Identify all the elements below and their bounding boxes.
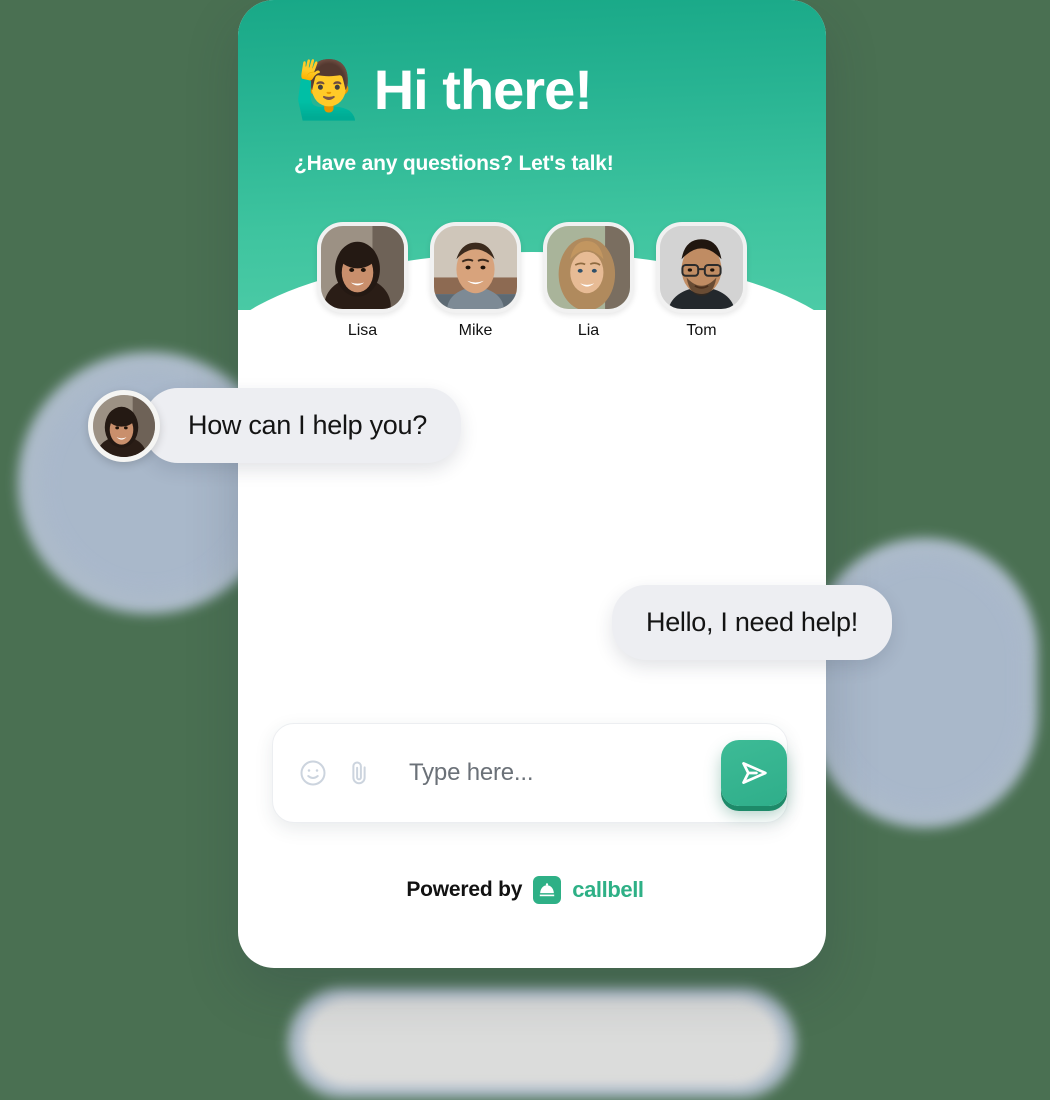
message-avatar-lisa	[88, 389, 160, 462]
message-bubble-outgoing: Hello, I need help!	[612, 585, 892, 660]
callbell-logo-icon	[533, 876, 562, 904]
agent-name: Tom	[686, 322, 717, 339]
greeting-subtitle: ¿Have any questions? Let's talk!	[294, 152, 614, 175]
emoji-icon[interactable]	[297, 757, 329, 789]
agent-name: Lisa	[347, 322, 378, 339]
agent-avatar-tom[interactable]	[656, 222, 747, 313]
greeting-title: Hi there!	[373, 58, 593, 121]
agent-name: Lia	[577, 322, 600, 339]
agent-item[interactable]: Mike	[430, 222, 521, 340]
agent-avatar-lisa[interactable]	[317, 222, 408, 313]
agent-list: Lisa Mike Lia Tom	[238, 222, 826, 340]
background-blob-bottom-inner	[304, 998, 780, 1086]
message-bubble-incoming: How can I help you?	[144, 388, 461, 463]
agent-avatar-lia[interactable]	[543, 222, 634, 313]
composer-icon-group	[297, 757, 375, 789]
agent-name: Mike	[458, 322, 493, 339]
powered-by-label: Powered by	[406, 878, 523, 901]
agent-item[interactable]: Lisa	[317, 222, 408, 340]
powered-by-footer: Powered by callbell	[0, 876, 1050, 904]
message-outgoing: Hello, I need help!	[612, 585, 892, 660]
service-bell-glyph	[540, 883, 555, 897]
agent-item[interactable]: Tom	[656, 222, 747, 340]
agent-item[interactable]: Lia	[543, 222, 634, 340]
message-composer	[272, 723, 788, 823]
send-button[interactable]	[721, 740, 787, 806]
message-incoming: How can I help you?	[88, 388, 461, 463]
greeting-block: 🙋‍♂️ Hi there!	[294, 58, 593, 121]
callbell-brand-name: callbell	[572, 877, 644, 902]
send-icon	[742, 762, 767, 784]
agent-avatar-mike[interactable]	[430, 222, 521, 313]
person-raising-hand-emoji: 🙋‍♂️	[294, 58, 364, 121]
paperclip-icon[interactable]	[343, 757, 375, 789]
message-input[interactable]	[407, 758, 721, 788]
